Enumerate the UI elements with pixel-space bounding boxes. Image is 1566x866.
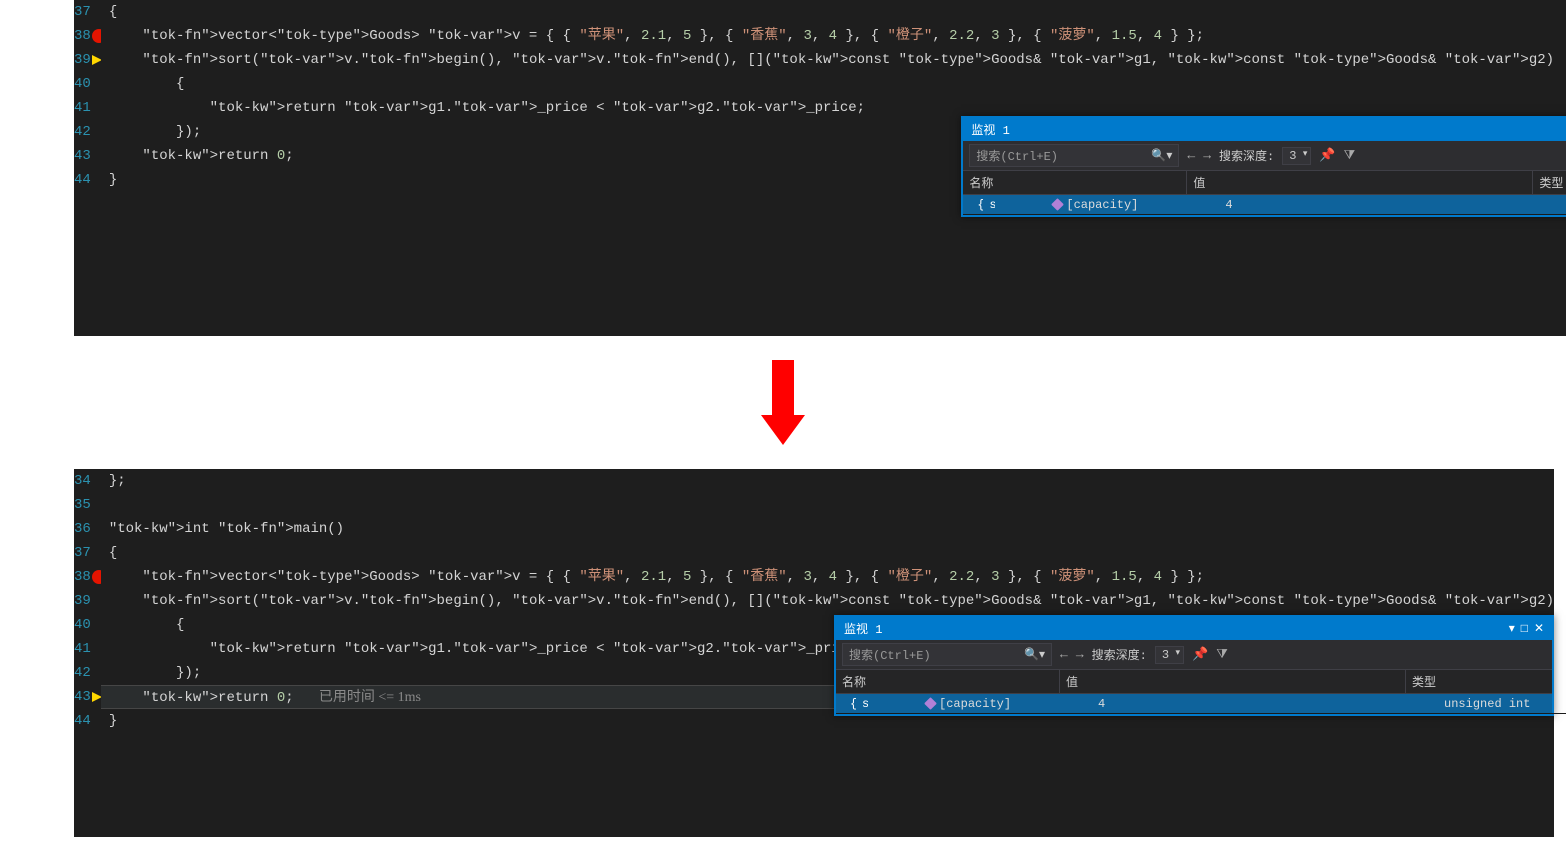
- watch-row[interactable]: ▿v{ size=4 }std::vector [capacity] 4unsign…: [836, 694, 1552, 714]
- watch-titlebar[interactable]: 监视 1▾□✕: [963, 118, 1566, 141]
- watch-row[interactable]: [capacity] 4unsigned int: [868, 694, 1536, 714]
- watch-toolbar: 搜索(Ctrl+E)🔍▾ ← → 搜索深度: 3 📌 ⧩: [836, 640, 1552, 669]
- depth-label: 搜索深度:: [1092, 646, 1147, 663]
- line-number: 37: [74, 0, 91, 24]
- line-number: 35: [74, 493, 91, 517]
- maximize-icon[interactable]: □: [1521, 622, 1528, 636]
- line-number: 43: [74, 685, 91, 709]
- nav-back-icon[interactable]: ←: [1060, 647, 1068, 662]
- header-type[interactable]: 类型: [1406, 670, 1552, 693]
- code-line[interactable]: {: [101, 0, 1566, 24]
- close-icon[interactable]: ✕: [1534, 622, 1544, 636]
- nav-back-icon[interactable]: ←: [1187, 148, 1195, 163]
- pin-icon[interactable]: 📌: [1192, 647, 1208, 662]
- watch-name-cell[interactable]: [capacity]: [995, 195, 1219, 214]
- property-icon: [924, 697, 937, 710]
- line-number-gutter: 3435363738394041424344: [74, 469, 101, 837]
- code-line[interactable]: [101, 493, 1554, 517]
- dropdown-icon[interactable]: ▾: [1509, 622, 1515, 636]
- editor-panel-after: 可变参类成员左值和文件3435363738394041424344--};"to…: [74, 469, 1492, 837]
- line-number: 39: [74, 48, 91, 72]
- watch-window: 监视 1▾□✕搜索(Ctrl+E)🔍▾←→搜索深度:3📌⧩名称值类型▿v{ si…: [961, 116, 1566, 217]
- property-icon: [1052, 198, 1065, 211]
- line-number: 37: [74, 541, 91, 565]
- watch-row[interactable]: ▿v{ size=4 }std::vector[capacity]4unsign…: [963, 195, 1566, 215]
- code-line[interactable]: "tok-fn">vector<"tok-type">Goods> "tok-v…: [101, 24, 1566, 48]
- header-value[interactable]: 值: [1187, 171, 1533, 194]
- nav-forward-icon[interactable]: →: [1203, 148, 1211, 163]
- code-line[interactable]: {: [101, 541, 1554, 565]
- watch-titlebar[interactable]: 监视 1 ▾ □ ✕: [836, 617, 1552, 640]
- watch-column-headers: 名称值类型: [963, 170, 1566, 195]
- line-number: 38: [74, 565, 91, 589]
- header-type[interactable]: 类型: [1533, 171, 1566, 194]
- header-name[interactable]: 名称: [836, 670, 1060, 693]
- transition-arrow: [761, 360, 805, 445]
- watch-type-cell: std::vector: [983, 195, 995, 214]
- watch-name-cell[interactable]: [capacity]: [868, 694, 1092, 713]
- watch-value-cell[interactable]: { size=4 }: [844, 694, 856, 713]
- watch-var-name: [capacity]: [939, 694, 1011, 713]
- line-number: 36: [74, 517, 91, 541]
- watch-value-cell[interactable]: 4: [1092, 694, 1438, 713]
- watch-name-cell[interactable]: ▿v: [836, 694, 844, 713]
- line-number-gutter: 3738394041424344: [74, 0, 101, 336]
- line-number: 43: [74, 144, 91, 168]
- watch-search-input[interactable]: 搜索(Ctrl+E)🔍▾: [969, 144, 1179, 167]
- nav-forward-icon[interactable]: →: [1076, 647, 1084, 662]
- search-icon[interactable]: 🔍▾: [1151, 148, 1172, 163]
- line-number: 42: [74, 661, 91, 685]
- code-line[interactable]: {: [101, 72, 1566, 96]
- watch-title-label: 监视 1: [844, 620, 882, 637]
- watch-search-input[interactable]: 搜索(Ctrl+E)🔍▾: [842, 643, 1052, 666]
- header-name[interactable]: 名称: [963, 171, 1187, 194]
- line-number: 41: [74, 96, 91, 120]
- filter-icon[interactable]: ⧩: [1344, 148, 1356, 163]
- code-line[interactable]: "tok-fn">sort("tok-var">v."tok-fn">begin…: [101, 48, 1566, 72]
- code-editor[interactable]: }; "tok-kw">int "tok-fn">main(){ "tok-fn"…: [101, 469, 1554, 837]
- watch-title-label: 监视 1: [971, 121, 1009, 138]
- line-number: 40: [74, 613, 91, 637]
- code-line[interactable]: };: [101, 469, 1554, 493]
- code-editor[interactable]: { "tok-fn">vector<"tok-type">Goods> "tok…: [101, 0, 1566, 336]
- line-number: 40: [74, 72, 91, 96]
- line-number: 39: [74, 589, 91, 613]
- header-value[interactable]: 值: [1060, 670, 1406, 693]
- watch-type-cell: std::vector: [856, 694, 868, 713]
- depth-label: 搜索深度:: [1219, 147, 1274, 164]
- watch-type-cell: unsigned int: [1438, 694, 1536, 713]
- editor-panel-before: 件3738394041424344-{ "tok-fn">vector<"tok…: [74, 0, 1492, 336]
- watch-row[interactable]: ▹[allocator]allocatorstd::_Compresse...: [1536, 694, 1566, 714]
- watch-value-cell[interactable]: 4: [1219, 195, 1565, 214]
- watch-var-name: [capacity]: [1066, 195, 1138, 214]
- line-number: 42: [74, 120, 91, 144]
- line-number: 38: [74, 24, 91, 48]
- code-line[interactable]: "tok-fn">sort("tok-var">v."tok-fn">begin…: [101, 589, 1554, 613]
- watch-row[interactable]: [capacity]4unsigned int: [995, 195, 1566, 215]
- watch-name-cell[interactable]: ▹[allocator]: [1536, 694, 1566, 713]
- line-number: 44: [74, 709, 91, 733]
- code-line[interactable]: "tok-fn">vector<"tok-type">Goods> "tok-v…: [101, 565, 1554, 589]
- watch-toolbar: 搜索(Ctrl+E)🔍▾ ← → 搜索深度: 3 📌 ⧩: [963, 141, 1566, 170]
- line-number: 34: [74, 469, 91, 493]
- watch-window: 监视 1▾□✕搜索(Ctrl+E)🔍▾←→搜索深度:3📌⧩名称值类型▿v{ si…: [834, 615, 1554, 716]
- watch-column-headers: 名称值类型: [836, 669, 1552, 694]
- watch-name-cell[interactable]: ▿v: [963, 195, 971, 214]
- depth-dropdown[interactable]: 3: [1282, 147, 1311, 165]
- code-line[interactable]: "tok-kw">int "tok-fn">main(): [101, 517, 1554, 541]
- search-icon[interactable]: 🔍▾: [1024, 647, 1045, 662]
- line-number: 41: [74, 637, 91, 661]
- filter-icon[interactable]: ⧩: [1216, 647, 1228, 662]
- depth-dropdown[interactable]: 3: [1155, 646, 1184, 664]
- watch-value-cell[interactable]: { size=4 }: [971, 195, 983, 214]
- pin-icon[interactable]: 📌: [1319, 148, 1335, 163]
- line-number: 44: [74, 168, 91, 192]
